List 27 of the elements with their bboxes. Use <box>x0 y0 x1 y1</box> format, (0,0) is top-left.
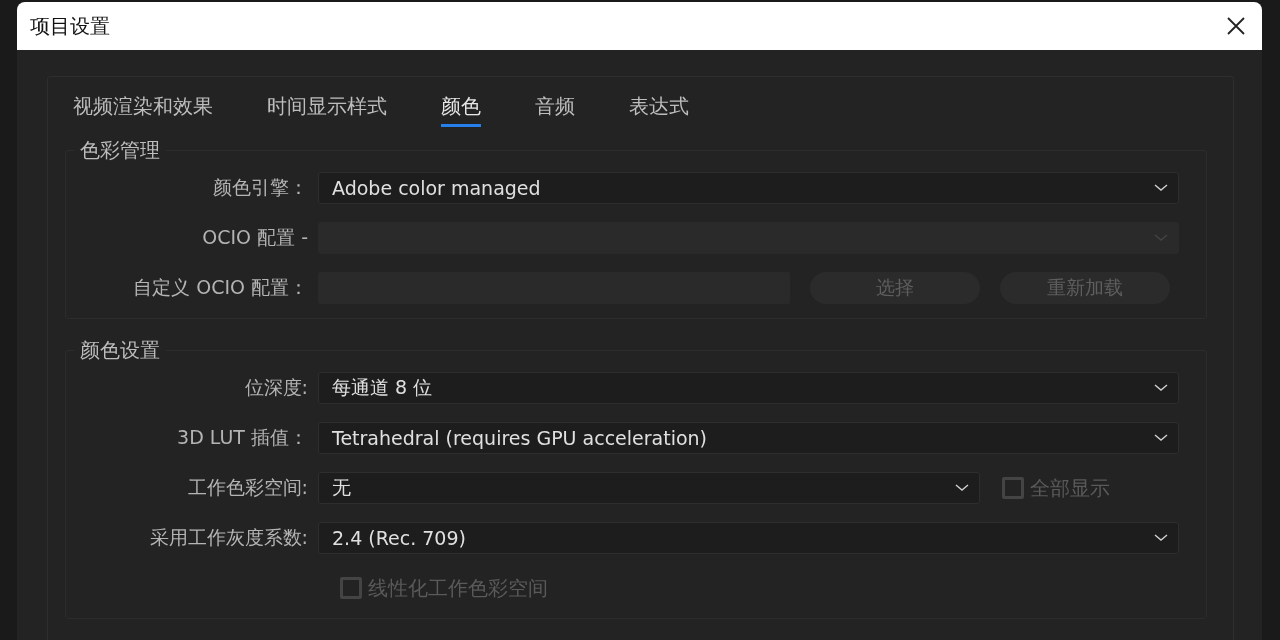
close-icon <box>1226 16 1246 36</box>
group-title: 颜色设置 <box>79 337 161 364</box>
chevron-down-icon <box>1154 384 1168 392</box>
tab[interactable]: 时间显示样式 <box>267 91 387 127</box>
dropdown[interactable]: 每通道 8 位 <box>318 372 1179 404</box>
dropdown[interactable]: Adobe color managed <box>318 172 1179 204</box>
dropdown[interactable]: Tetrahedral (requires GPU acceleration) <box>318 422 1179 454</box>
window-title: 项目设置 <box>30 12 110 40</box>
dropdown[interactable]: 无 <box>318 472 980 504</box>
tab[interactable]: 视频渲染和效果 <box>73 91 213 127</box>
field-label: 位深度: <box>243 375 309 400</box>
field-label: OCIO 配置 - <box>201 225 309 250</box>
tab[interactable]: 音频 <box>535 91 575 127</box>
field-label: 颜色引擎： <box>212 175 309 200</box>
chevron-down-icon <box>955 484 969 492</box>
chevron-down-icon <box>1154 434 1168 442</box>
field-label: 工作色彩空间: <box>186 475 309 500</box>
chevron-down-icon <box>1154 534 1168 542</box>
field-label: 3D LUT 插值： <box>176 425 309 450</box>
tab[interactable]: 表达式 <box>629 91 689 127</box>
tab[interactable]: 颜色 <box>441 91 481 127</box>
dropdown[interactable]: 2.4 (Rec. 709) <box>318 522 1179 554</box>
chevron-down-icon <box>1154 184 1168 192</box>
field-label: 采用工作灰度系数: <box>148 525 309 550</box>
group-title: 色彩管理 <box>79 137 161 164</box>
chevron-down-icon <box>1154 234 1168 242</box>
field-label: 自定义 OCIO 配置： <box>132 275 309 300</box>
